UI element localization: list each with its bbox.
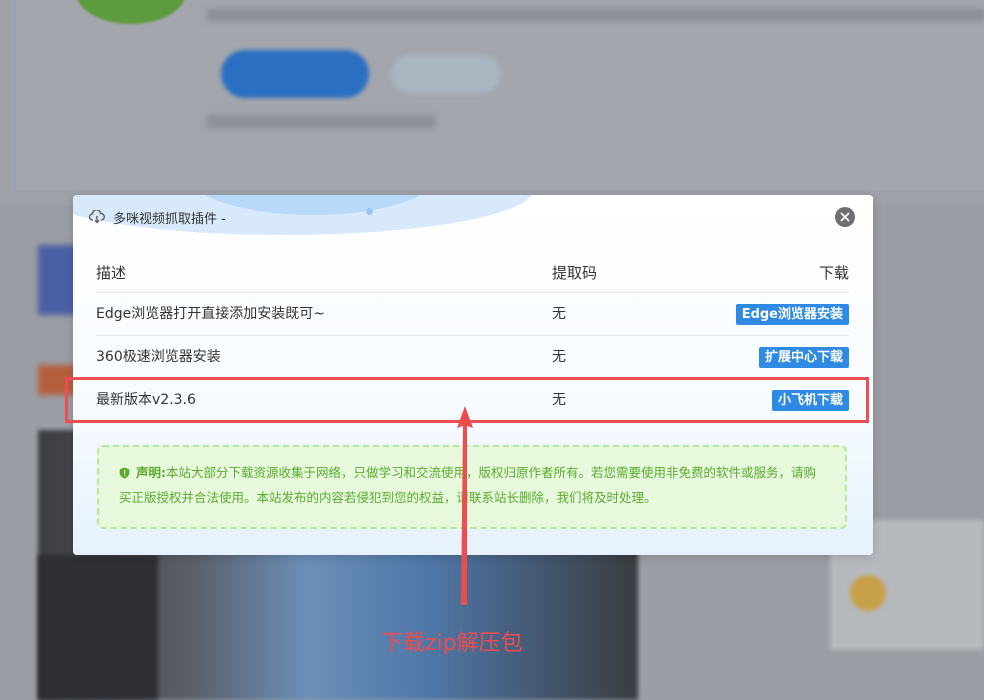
row-extract-code: 无 [552, 392, 566, 408]
row-extract-code: 无 [552, 306, 566, 322]
extension-center-download-button[interactable]: 扩展中心下载 [758, 347, 849, 368]
notice-title: 声明: [136, 465, 166, 480]
column-header-download: 下载 [818, 264, 849, 282]
background-button [391, 55, 501, 93]
background-text-line [206, 8, 984, 22]
cloud-download-icon [89, 210, 105, 224]
table-row: Edge浏览器打开直接添加安装既可~ 无 Edge浏览器安装 [96, 293, 849, 336]
column-header-desc: 描述 [96, 264, 127, 282]
row-description: Edge浏览器打开直接添加安装既可~ [96, 306, 325, 322]
table-header: 描述 提取码 下载 [96, 253, 849, 293]
row-description: 最新版本v2.3.6 [96, 392, 196, 408]
edge-install-button[interactable]: Edge浏览器安装 [735, 304, 849, 325]
background-avatar [850, 575, 886, 611]
table-row: 360极速浏览器安装 无 扩展中心下载 [96, 336, 849, 379]
close-button[interactable] [835, 207, 855, 227]
background-block [38, 245, 78, 315]
row-extract-code: 无 [552, 349, 566, 365]
background-text-line [206, 115, 436, 129]
annotation-label: 下载zip解压包 [381, 631, 523, 656]
modal-header: 多咪视频抓取插件 - [89, 208, 226, 227]
row-description: 360极速浏览器安装 [96, 349, 221, 365]
column-header-code: 提取码 [552, 264, 598, 282]
background-block [38, 365, 78, 395]
modal-title: 多咪视频抓取插件 - [113, 211, 226, 227]
close-icon [840, 212, 850, 222]
background-card [14, 0, 984, 190]
background-logo [76, 0, 186, 24]
arrow-up-icon [457, 406, 473, 605]
background-image [38, 555, 158, 700]
shield-icon [119, 463, 130, 486]
background-button [221, 50, 369, 98]
download-table: 描述 提取码 下载 Edge浏览器打开直接添加安装既可~ 无 Edge浏览器安装… [96, 253, 849, 421]
airplane-download-button[interactable]: 小飞机下载 [771, 390, 849, 411]
